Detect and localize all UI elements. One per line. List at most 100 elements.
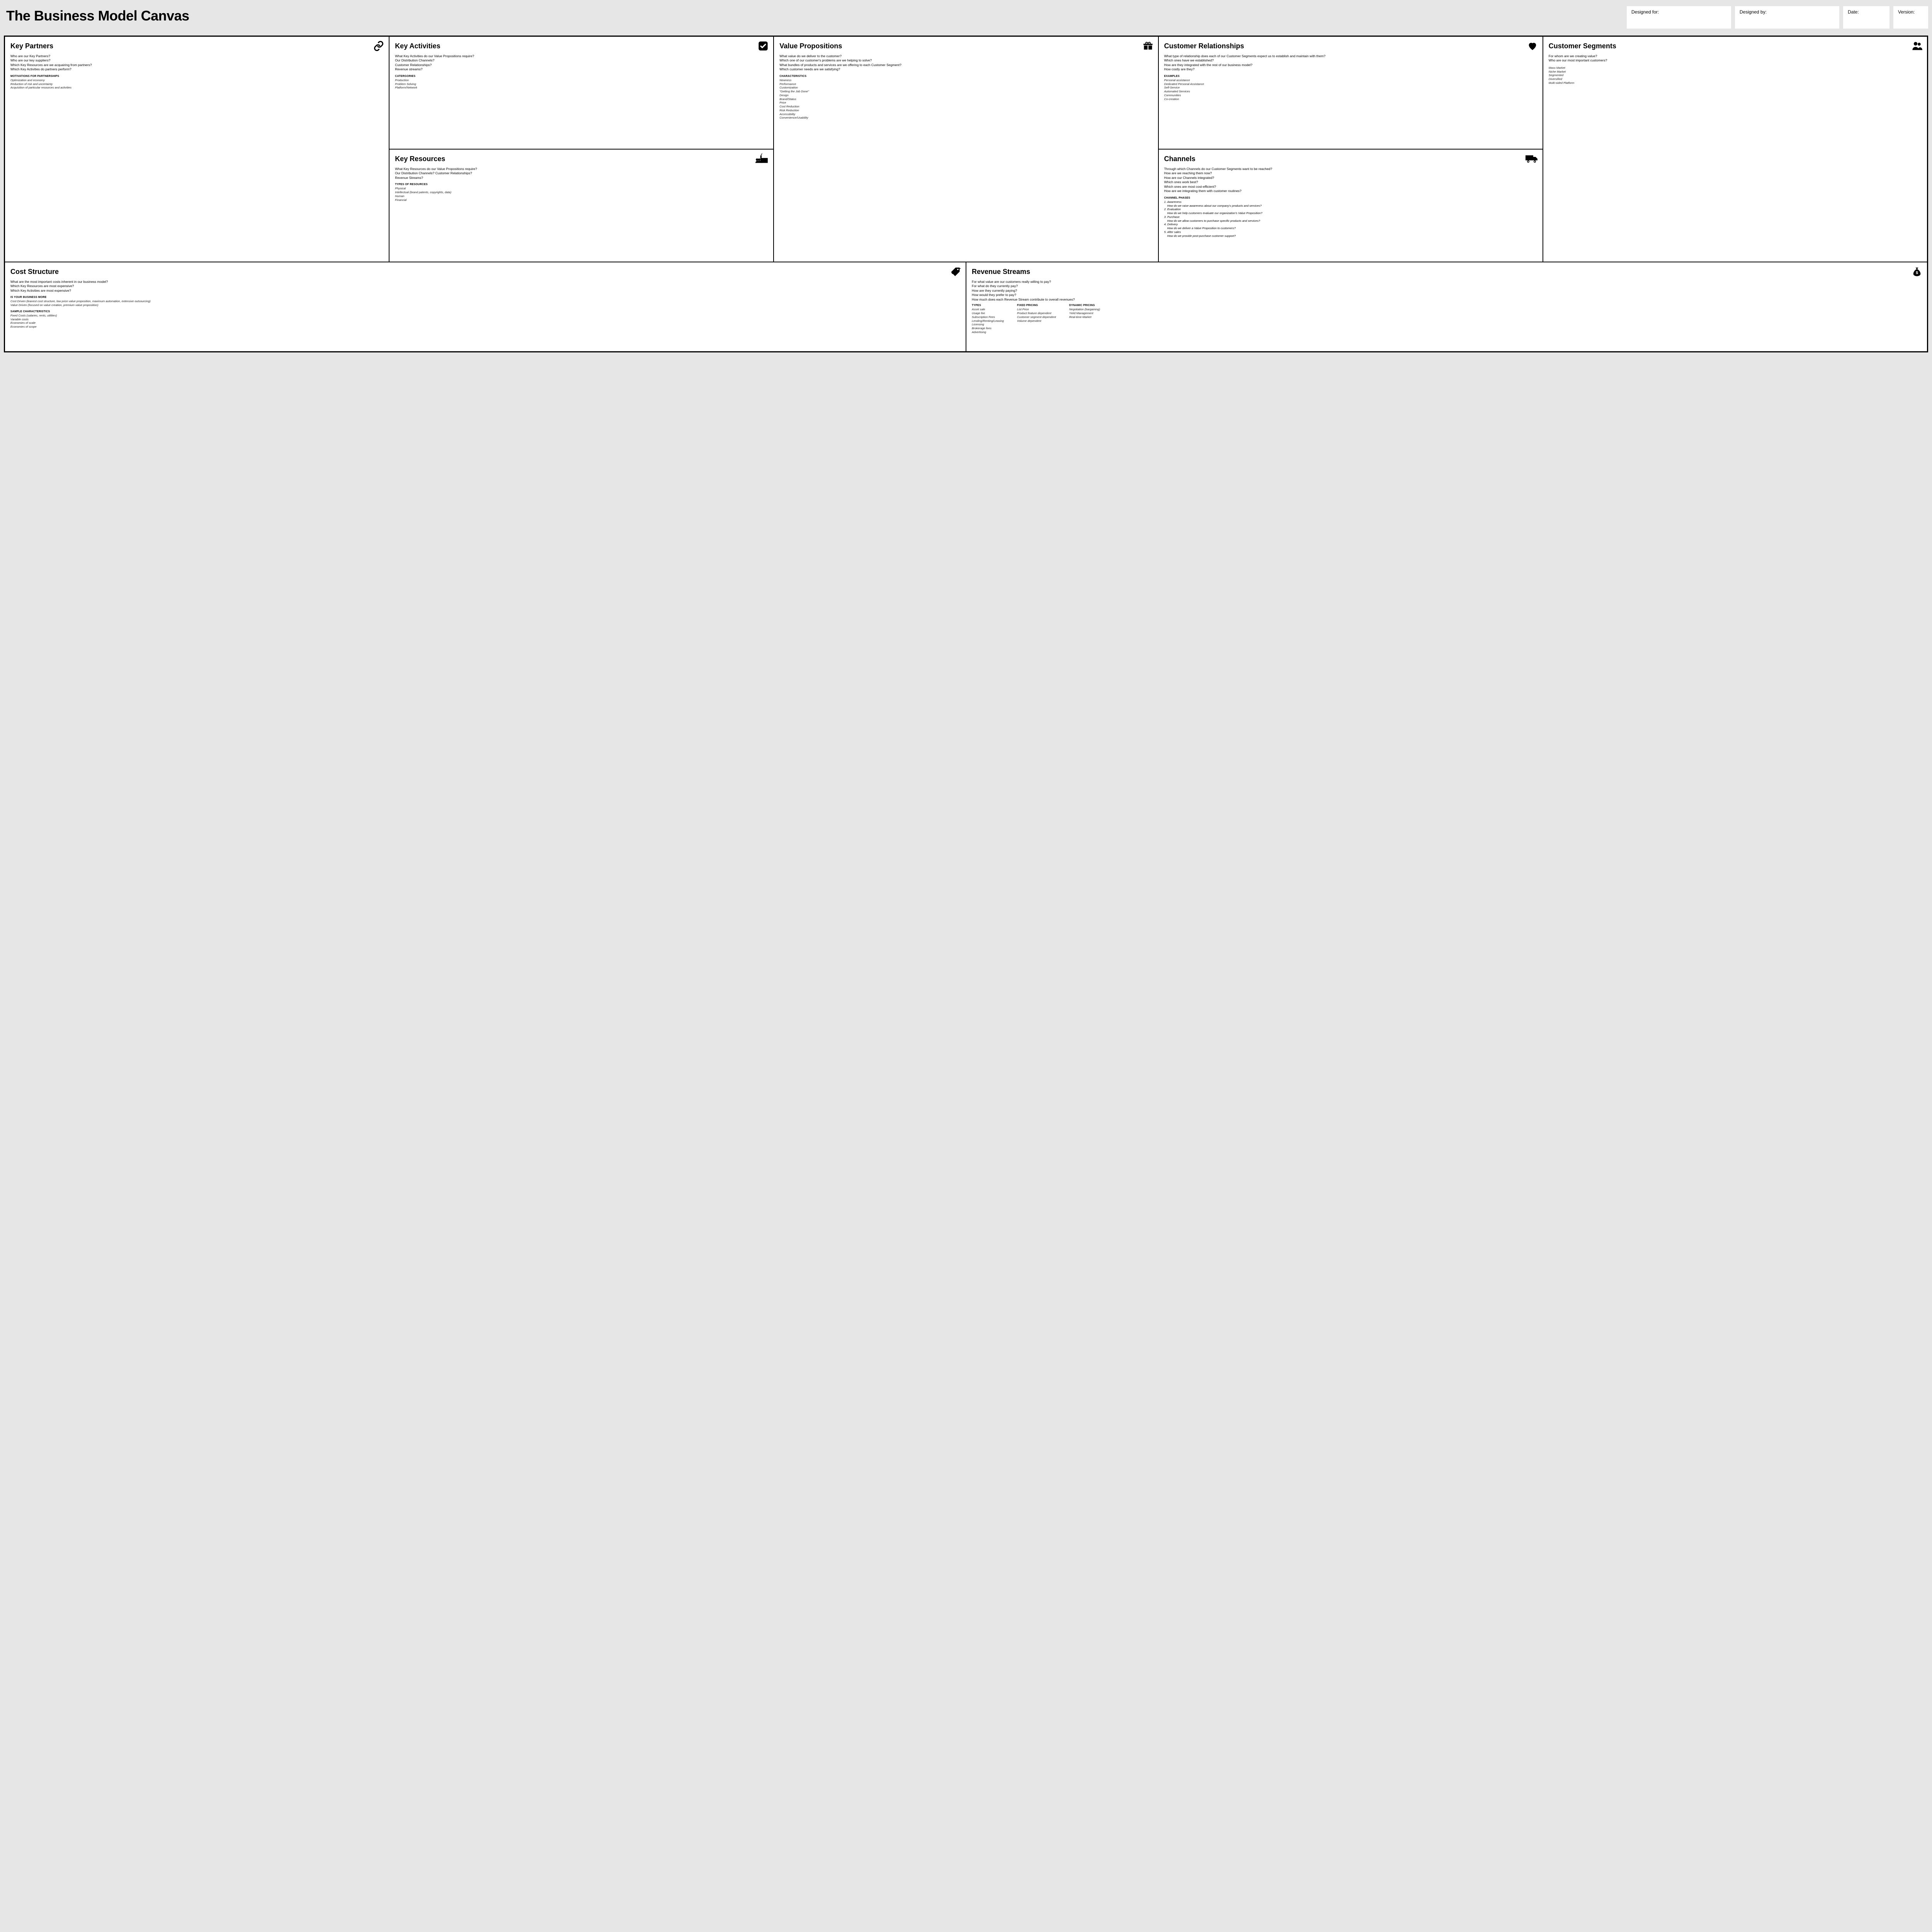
kr-i: Physical	[395, 187, 768, 190]
channels-title: Channels	[1164, 155, 1537, 163]
ka-q: Our Distribution Channels?	[395, 58, 768, 63]
cr-q: How are they integrated with the rest of…	[1164, 63, 1537, 67]
cost-i: Economies of scale	[10, 321, 960, 325]
rev-q: How much does each Revenue Stream contri…	[972, 298, 1922, 302]
cr-i: Co-creation	[1164, 97, 1537, 101]
cost-i: Variable costs	[10, 318, 960, 321]
vp-i: Newness	[779, 78, 1152, 82]
rev-q: How would they prefer to pay?	[972, 293, 1922, 297]
kp-items: Optimization and economy Reduction of ri…	[10, 78, 383, 90]
vp-i: Accessibility	[779, 112, 1152, 116]
value-propositions-title: Value Propositions	[779, 42, 1152, 50]
kp-i: Acquisition of particular resources and …	[10, 86, 383, 90]
version-label: Version:	[1898, 9, 1923, 15]
gift-icon	[1143, 41, 1153, 51]
kr-i: Intellectual (brand patents, copyrights,…	[395, 190, 768, 194]
key-partners-title: Key Partners	[10, 42, 383, 50]
ka-items: Production Problem Solving Platform/Netw…	[395, 78, 768, 90]
cs-i: Mass Market	[1549, 66, 1922, 70]
ch-phase: 3. Purchase	[1164, 215, 1537, 219]
rev-fixed-head: fixed pricing	[1017, 304, 1056, 307]
kr-i: Financial	[395, 198, 768, 202]
ka-i: Platform/Network	[395, 86, 768, 90]
rev-types-head: types	[972, 304, 1004, 307]
cr-q: What type of relationship does each of o…	[1164, 54, 1537, 58]
rev-q: How are they currently paying?	[972, 289, 1922, 293]
link-icon	[373, 41, 384, 51]
cost-structure-title: Cost Structure	[10, 268, 960, 276]
cost-items2: Fixed Costs (salaries, rents, utilities)…	[10, 314, 960, 329]
header-row: The Business Model Canvas Designed for: …	[4, 6, 1928, 29]
cost-q: Which Key Activities are most expensive?	[10, 289, 960, 293]
kr-q: Revenue Streams?	[395, 176, 768, 180]
cost-questions: What are the most important costs inhere…	[10, 280, 960, 293]
vp-i: Customization	[779, 86, 1152, 90]
kr-q: Our Distribution Channels? Customer Rela…	[395, 171, 768, 175]
key-activities-cell: Key Activities What Key Activities do ou…	[389, 37, 773, 149]
cr-q: How costly are they?	[1164, 67, 1537, 71]
value-propositions-cell: Value Propositions What value do we deli…	[774, 37, 1158, 262]
truck-icon	[1526, 153, 1538, 164]
cs-i: Multi-sided Platform	[1549, 81, 1922, 85]
key-activities-title: Key Activities	[395, 42, 768, 50]
vp-q: Which customer needs are we satisfying?	[779, 67, 1152, 71]
customer-relationships-cell: Customer Relationships What type of rela…	[1159, 37, 1543, 149]
date-box[interactable]: Date:	[1843, 6, 1889, 29]
cr-q: Which ones have we established?	[1164, 58, 1537, 63]
designed-by-box[interactable]: Designed by:	[1735, 6, 1839, 29]
ch-phase: 2. Evaluation	[1164, 207, 1537, 211]
version-box[interactable]: Version:	[1893, 6, 1928, 29]
ch-phase-txt: How do we deliver a Value Proposition to…	[1164, 226, 1537, 230]
key-partners-cell: Key Partners Who are our Key Partners? W…	[5, 37, 389, 262]
ka-q: Revenue streams?	[395, 67, 768, 71]
kr-questions: What Key Resources do our Value Proposit…	[395, 167, 768, 180]
heart-icon	[1527, 41, 1538, 51]
cost-subhead2: sample characteristics	[10, 310, 960, 313]
moneybag-icon: $	[1912, 266, 1922, 277]
ch-questions: Through which Channels do our Customer S…	[1164, 167, 1537, 194]
ka-questions: What Key Activities do our Value Proposi…	[395, 54, 768, 72]
vp-items: Newness Performance Customization "Getti…	[779, 78, 1152, 120]
rev-questions: For what value are our customers really …	[972, 280, 1922, 302]
kr-items: Physical Intellectual (brand patents, co…	[395, 187, 768, 202]
business-model-canvas: Key Partners Who are our Key Partners? W…	[4, 36, 1928, 352]
rev-f: Customer segment dependent	[1017, 315, 1056, 319]
rev-col-fixed: fixed pricing List Price Product feature…	[1017, 304, 1056, 334]
kp-q: Which Key Activities do partners perform…	[10, 67, 383, 71]
rev-d: Yield Management	[1069, 311, 1100, 315]
svg-text:$: $	[1916, 270, 1918, 275]
customer-relationships-title: Customer Relationships	[1164, 42, 1537, 50]
ch-phase: 5. After sales	[1164, 230, 1537, 234]
cs-i: Diversified	[1549, 77, 1922, 81]
rev-t: Asset sale	[972, 308, 1004, 311]
kp-q: Which Key Resources are we acquairing fr…	[10, 63, 383, 67]
ch-phases: 1. Awareness How do we raise awareness a…	[1164, 200, 1537, 238]
kr-q: What Key Resources do our Value Proposit…	[395, 167, 768, 171]
cost-i: Value Driven (focused on value creation,…	[10, 303, 960, 307]
ch-subhead: channel phases	[1164, 197, 1537, 199]
cost-q: What are the most important costs inhere…	[10, 280, 960, 284]
cs-q: Who are our most important customers?	[1549, 58, 1922, 63]
designed-for-label: Designed for:	[1631, 9, 1726, 15]
rev-t: Lending/Renting/Leasing	[972, 319, 1004, 323]
ch-phase-txt: How do we allow customers to purchase sp…	[1164, 219, 1537, 223]
cs-q: For whom are we creating value?	[1549, 54, 1922, 58]
cs-items: Mass Market Niche Market Segmented Diver…	[1549, 66, 1922, 85]
kr-i: Human	[395, 194, 768, 198]
kp-questions: Who are our Key Partners? Who are our ke…	[10, 54, 383, 72]
vp-subhead: characteristics	[779, 75, 1152, 78]
vp-i: Design	[779, 94, 1152, 97]
vp-i: Price	[779, 101, 1152, 105]
key-resources-cell: Key Resources What Key Resources do our …	[389, 150, 773, 262]
rev-f: Product feature dependent	[1017, 311, 1056, 315]
rev-fixed: List Price Product feature dependent Cus…	[1017, 308, 1056, 323]
kp-q: Who are our key suppliers?	[10, 58, 383, 63]
rev-t: Subscription Fees	[972, 315, 1004, 319]
designed-for-box[interactable]: Designed for:	[1627, 6, 1731, 29]
cr-i: Personal assistance	[1164, 78, 1537, 82]
rev-t: Brokerage fees	[972, 327, 1004, 330]
cr-i: Dedicated Personal Assistance	[1164, 82, 1537, 86]
cost-i: Economies of scope	[10, 325, 960, 329]
customer-segments-cell: Customer Segments For whom are we creati…	[1543, 37, 1927, 262]
cost-structure-cell: Cost Structure What are the most importa…	[5, 262, 966, 351]
